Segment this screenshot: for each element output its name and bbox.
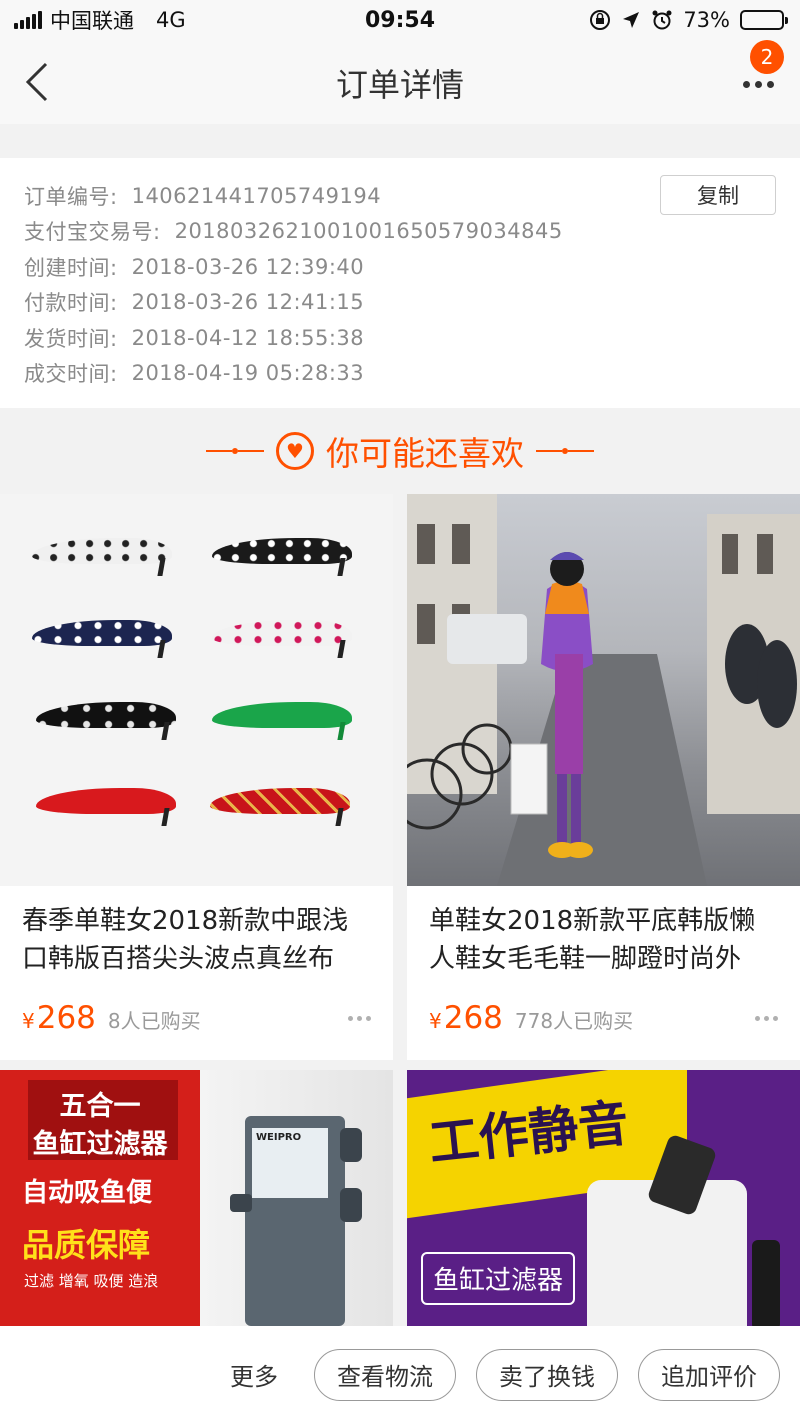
- info-label: 成交时间:: [24, 362, 118, 387]
- status-left: 中国联通 4G: [14, 5, 186, 35]
- filter-hose: [752, 1240, 780, 1326]
- info-value: 140621441705749194: [131, 183, 382, 208]
- ad-product-panel: WEIPRO: [200, 1070, 393, 1326]
- heart-icon: ♥: [276, 432, 314, 470]
- order-info-row: 创建时间: 2018-03-26 12:39:40: [24, 249, 776, 285]
- info-label: 发货时间:: [24, 326, 118, 351]
- shoe-polka-navy: [32, 616, 182, 658]
- info-value: 2018032621001001650579034845: [174, 219, 563, 244]
- view-logistics-button[interactable]: 查看物流: [314, 1348, 456, 1401]
- add-review-button[interactable]: 追加评价: [638, 1348, 780, 1401]
- shoe-floral-black: [36, 698, 186, 740]
- ad-line-4: 品质保障: [22, 1226, 151, 1264]
- product-image-street: [407, 494, 800, 886]
- order-info-row: 成交时间: 2018-04-19 05:28:33: [24, 356, 776, 392]
- order-info-card: 订单编号: 140621441705749194 支付宝交易号: 2018032621…: [0, 158, 800, 408]
- product-image-shoes: [0, 494, 393, 886]
- product-price: 268: [36, 1000, 96, 1036]
- shoe-red-pattern: [210, 784, 360, 826]
- alarm-icon: [652, 10, 672, 30]
- product-price: 268: [443, 1000, 503, 1036]
- ad-line-1: 五合一: [59, 1091, 141, 1122]
- info-value: 2018-04-19 05:28:33: [131, 361, 365, 386]
- recommend-header: ♥ 你可能还喜欢: [0, 408, 800, 494]
- sold-count: 8人已购买: [107, 1009, 201, 1033]
- info-label: 付款时间:: [24, 291, 118, 316]
- product-title: 单鞋女2018新款平底韩版懒人鞋女毛毛鞋一脚蹬时尚外: [429, 906, 756, 974]
- currency-symbol: ¥: [429, 1009, 442, 1033]
- currency-symbol: ¥: [22, 1009, 35, 1033]
- network-type: 4G: [156, 8, 186, 32]
- notification-badge: 2: [750, 40, 784, 74]
- shoe-polka-pink: [212, 616, 362, 658]
- more-actions-link[interactable]: 更多: [230, 1357, 278, 1392]
- card-more-icon[interactable]: [348, 1015, 371, 1021]
- carrier-name: 中国联通: [50, 9, 134, 33]
- product-card-shoes[interactable]: 春季单鞋女2018新款中跟浅口韩版百搭尖头波点真丝布 ¥ 268 8人已购买: [0, 494, 393, 1060]
- info-value: 2018-03-26 12:39:40: [131, 254, 365, 279]
- filter-brand: WEIPRO: [256, 1132, 302, 1143]
- product-card-slippers[interactable]: 单鞋女2018新款平底韩版懒人鞋女毛毛鞋一脚蹬时尚外 ¥ 268 778人已购买: [407, 494, 800, 1060]
- chevron-left-icon: [25, 62, 48, 102]
- shoe-polka-black: [212, 534, 362, 576]
- location-arrow-icon: [623, 12, 640, 28]
- order-info-row: 付款时间: 2018-03-26 12:41:15: [24, 285, 776, 321]
- recommend-title: 你可能还喜欢: [326, 434, 524, 473]
- order-info-row: 支付宝交易号: 2018032621001001650579034845: [24, 214, 776, 250]
- orientation-lock-icon: [590, 10, 611, 30]
- product-title: 春季单鞋女2018新款中跟浅口韩版百搭尖头波点真丝布: [22, 906, 349, 974]
- copy-order-button[interactable]: 复制: [660, 175, 776, 215]
- order-info-row: 发货时间: 2018-04-12 18:55:38: [24, 320, 776, 356]
- ad-subline: 鱼缸过滤器: [421, 1252, 576, 1305]
- sell-item-button[interactable]: 卖了换钱: [476, 1348, 618, 1401]
- more-dots-icon: [742, 80, 750, 88]
- status-right: 73%: [589, 8, 788, 32]
- filter-label: WEIPRO: [252, 1128, 328, 1198]
- info-value: 2018-03-26 12:41:15: [131, 290, 365, 315]
- header-left-ornament: [206, 448, 264, 454]
- info-label: 支付宝交易号:: [24, 220, 161, 245]
- shoe-polka-white: [32, 534, 182, 576]
- ad-line-3: 自动吸鱼便: [22, 1178, 153, 1208]
- info-label: 创建时间:: [24, 255, 118, 280]
- signal-icon: [14, 11, 42, 29]
- ad-text-panel: 五合一 鱼缸过滤器 自动吸鱼便 品质保障 过滤 增氧 吸便 造浪: [0, 1070, 200, 1326]
- card-more-icon[interactable]: [755, 1015, 778, 1021]
- ad-line-2: 鱼缸过滤器: [32, 1129, 168, 1160]
- header-right-ornament: [536, 448, 594, 454]
- shoe-green: [212, 698, 362, 740]
- info-label: 订单编号:: [24, 184, 118, 209]
- product-card-aquarium-filter-1[interactable]: 五合一 鱼缸过滤器 自动吸鱼便 品质保障 过滤 增氧 吸便 造浪 WEIPRO: [0, 1070, 393, 1326]
- info-value: 2018-04-12 18:55:38: [131, 325, 365, 350]
- battery-percent: 73%: [683, 8, 730, 32]
- page-title: 订单详情: [335, 66, 464, 104]
- bottom-action-bar: 更多 查看物流 卖了换钱 追加评价: [0, 1326, 800, 1423]
- status-bar: 中国联通 4G 09:54 73%: [0, 0, 800, 40]
- price-row: ¥ 268 778人已购买: [429, 1000, 778, 1036]
- product-card-aquarium-filter-2[interactable]: 工作静音 鱼缸过滤器: [407, 1070, 800, 1326]
- nav-bar: 订单详情 2: [0, 40, 800, 124]
- shoe-red: [36, 784, 186, 826]
- battery-icon: [740, 10, 788, 30]
- price-row: ¥ 268 8人已购买: [22, 1000, 371, 1036]
- sold-count: 778人已购买: [514, 1009, 634, 1033]
- back-button[interactable]: [20, 60, 60, 104]
- street-scene-illustration: [407, 494, 800, 886]
- ad-line-5: 过滤 增氧 吸便 造浪: [24, 1272, 159, 1290]
